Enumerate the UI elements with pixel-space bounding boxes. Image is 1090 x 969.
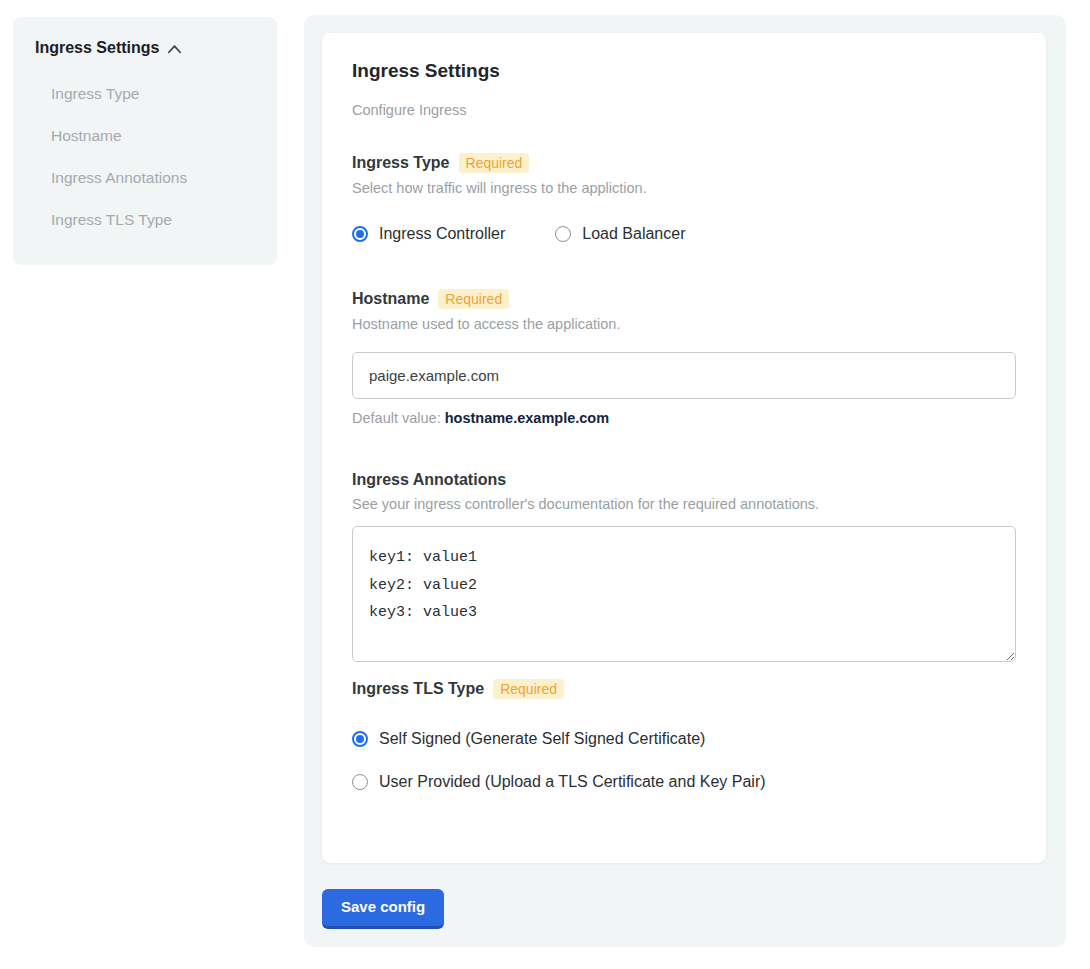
hostname-default-label: Default value:	[352, 410, 445, 426]
radio-self-signed[interactable]: Self Signed (Generate Self Signed Certif…	[352, 730, 1016, 748]
sidebar-item-hostname[interactable]: Hostname	[35, 110, 255, 152]
radio-button-icon[interactable]	[352, 774, 368, 790]
radio-ingress-controller[interactable]: Ingress Controller	[352, 225, 505, 243]
sidebar-item-ingress-annotations[interactable]: Ingress Annotations	[35, 152, 255, 194]
ingress-type-help: Select how traffic will ingress to the a…	[352, 180, 1016, 196]
ingress-annotations-textarea[interactable]: key1: value1 key2: value2 key3: value3	[352, 526, 1016, 662]
radio-button-icon[interactable]	[352, 731, 368, 747]
hostname-label: Hostname	[352, 290, 429, 308]
sidebar-item-ingress-tls-type[interactable]: Ingress TLS Type	[35, 194, 255, 236]
settings-sidebar: Ingress Settings Ingress Type Hostname I…	[13, 17, 277, 265]
ingress-tls-type-label: Ingress TLS Type	[352, 680, 484, 698]
config-panel: Ingress Settings Configure Ingress Ingre…	[304, 15, 1066, 947]
ingress-settings-card: Ingress Settings Configure Ingress Ingre…	[322, 33, 1046, 863]
field-ingress-type: Ingress Type Required Select how traffic…	[352, 153, 1016, 243]
sidebar-group-ingress-settings[interactable]: Ingress Settings	[35, 39, 255, 57]
hostname-input[interactable]	[352, 352, 1016, 399]
hostname-help: Hostname used to access the application.	[352, 316, 1016, 332]
ingress-tls-options: Self Signed (Generate Self Signed Certif…	[352, 730, 1016, 791]
radio-button-icon[interactable]	[555, 226, 571, 242]
field-ingress-tls-type: Ingress TLS Type Required Self Signed (G…	[352, 679, 1016, 791]
field-ingress-annotations: Ingress Annotations See your ingress con…	[352, 471, 1016, 662]
sidebar-item-ingress-type[interactable]: Ingress Type	[35, 68, 255, 110]
hostname-default-line: Default value: hostname.example.com	[352, 410, 1016, 426]
ingress-type-label: Ingress Type	[352, 154, 450, 172]
card-subtitle: Configure Ingress	[352, 102, 1016, 118]
radio-load-balancer[interactable]: Load Balancer	[555, 225, 685, 243]
sidebar-item-list: Ingress Type Hostname Ingress Annotation…	[35, 68, 255, 236]
field-hostname: Hostname Required Hostname used to acces…	[352, 289, 1016, 426]
required-badge: Required	[438, 289, 509, 309]
ingress-annotations-label: Ingress Annotations	[352, 471, 506, 489]
sidebar-group-label: Ingress Settings	[35, 39, 159, 57]
ingress-type-options: Ingress Controller Load Balancer	[352, 225, 1016, 243]
required-badge: Required	[493, 679, 564, 699]
card-title: Ingress Settings	[352, 60, 1016, 82]
chevron-up-icon	[167, 44, 182, 54]
save-config-button[interactable]: Save config	[322, 889, 444, 929]
hostname-default-value: hostname.example.com	[445, 410, 609, 426]
required-badge: Required	[459, 153, 530, 173]
radio-button-icon[interactable]	[352, 226, 368, 242]
ingress-annotations-help: See your ingress controller's documentat…	[352, 496, 1016, 512]
radio-user-provided[interactable]: User Provided (Upload a TLS Certificate …	[352, 773, 1016, 791]
